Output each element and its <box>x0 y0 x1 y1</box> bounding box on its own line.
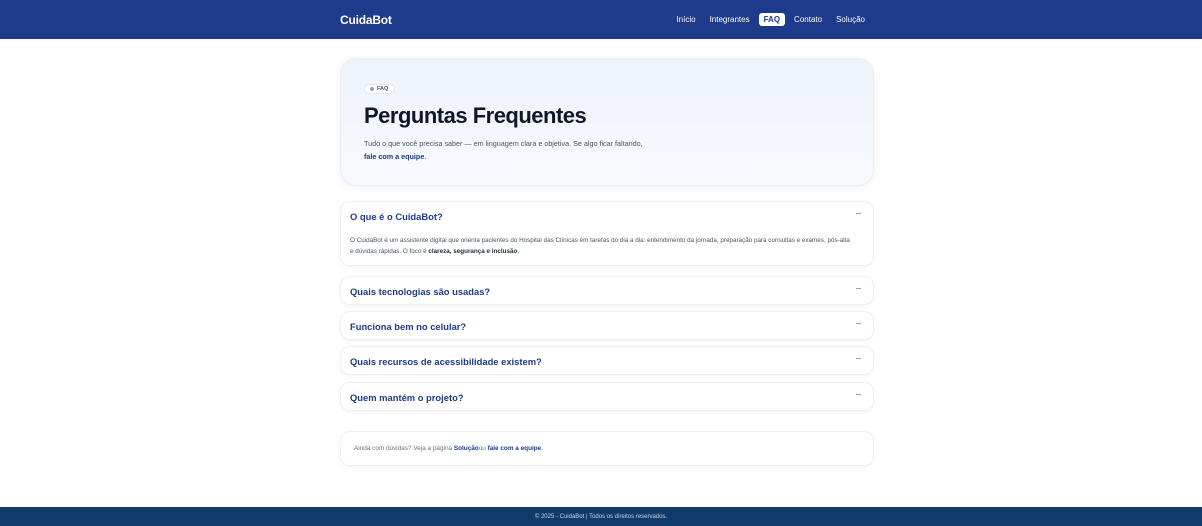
expand-icon[interactable] <box>856 288 861 289</box>
nav-solucao[interactable]: Solução <box>831 13 870 26</box>
hero-lead-text: Tudo o que você precisa saber — em lingu… <box>364 139 643 148</box>
faq-item-o-que-e[interactable]: O que é o CuidaBot? O CuidaBot é um assi… <box>340 201 874 266</box>
faq-item-tecnologias[interactable]: Quais tecnologias são usadas? <box>340 276 874 305</box>
page-title: Perguntas Frequentes <box>364 103 587 128</box>
nav-contato[interactable]: Contato <box>789 13 827 26</box>
faq-answer-text: O CuidaBot é um assistente digital que o… <box>350 237 850 255</box>
faq-question[interactable]: Quais tecnologias são usadas? <box>350 277 490 306</box>
hero-lead: Tudo o que você precisa saber — em lingu… <box>364 137 784 163</box>
faq-question[interactable]: O que é o CuidaBot? <box>350 202 443 231</box>
badge-dot-icon <box>370 87 374 91</box>
faq-item-mantenedores[interactable]: Quem mantém o projeto? <box>340 382 874 411</box>
main-nav: Início Integrantes FAQ Contato Solução <box>671 13 870 26</box>
nav-integrantes[interactable]: Integrantes <box>705 13 755 26</box>
note-text-end: . <box>541 445 544 452</box>
faq-answer: O CuidaBot é um assistente digital que o… <box>350 235 855 257</box>
hero-contact-link[interactable]: fale com a equipe <box>364 152 424 161</box>
faq-item-celular[interactable]: Funciona bem no celular? <box>340 311 874 340</box>
faq-hero-card: FAQ Perguntas Frequentes Tudo o que você… <box>340 58 874 186</box>
faq-item-acessibilidade[interactable]: Quais recursos de acessibilidade existem… <box>340 346 874 375</box>
faq-question[interactable]: Funciona bem no celular? <box>350 312 466 341</box>
page-footer: © 2025 - CuidaBot | Todos os direitos re… <box>0 507 1202 526</box>
help-note-card: Ainda com dúvidas? Veja a página Solução… <box>340 431 874 466</box>
nav-faq[interactable]: FAQ <box>758 13 786 26</box>
expand-icon[interactable] <box>856 394 861 395</box>
faq-answer-bold: clareza, segurança e inclusão <box>428 248 518 255</box>
note-solucao-link[interactable]: Solução <box>454 445 479 452</box>
faq-badge-label: FAQ <box>377 86 389 92</box>
note-text-mid: ou <box>478 445 486 452</box>
faq-badge: FAQ <box>364 84 396 94</box>
footer-copyright: © 2025 - CuidaBot | Todos os direitos re… <box>534 513 668 520</box>
navbar-inner: CuidaBot Início Integrantes FAQ Contato … <box>340 0 870 39</box>
note-contact-link[interactable]: fale com a equipe <box>488 445 542 452</box>
nav-inicio[interactable]: Início <box>671 13 700 26</box>
expand-icon[interactable] <box>856 323 861 324</box>
faq-question[interactable]: Quem mantém o projeto? <box>350 383 464 412</box>
hero-lead-end: . <box>424 152 427 161</box>
expand-icon[interactable] <box>856 358 861 359</box>
faq-question[interactable]: Quais recursos de acessibilidade existem… <box>350 347 542 376</box>
top-navbar: CuidaBot Início Integrantes FAQ Contato … <box>0 0 1202 39</box>
note-text-start: Ainda com dúvidas? Veja a página <box>354 445 453 452</box>
brand-logo[interactable]: CuidaBot <box>340 13 392 27</box>
collapse-icon[interactable] <box>856 213 861 214</box>
faq-answer-end: . <box>517 248 520 255</box>
